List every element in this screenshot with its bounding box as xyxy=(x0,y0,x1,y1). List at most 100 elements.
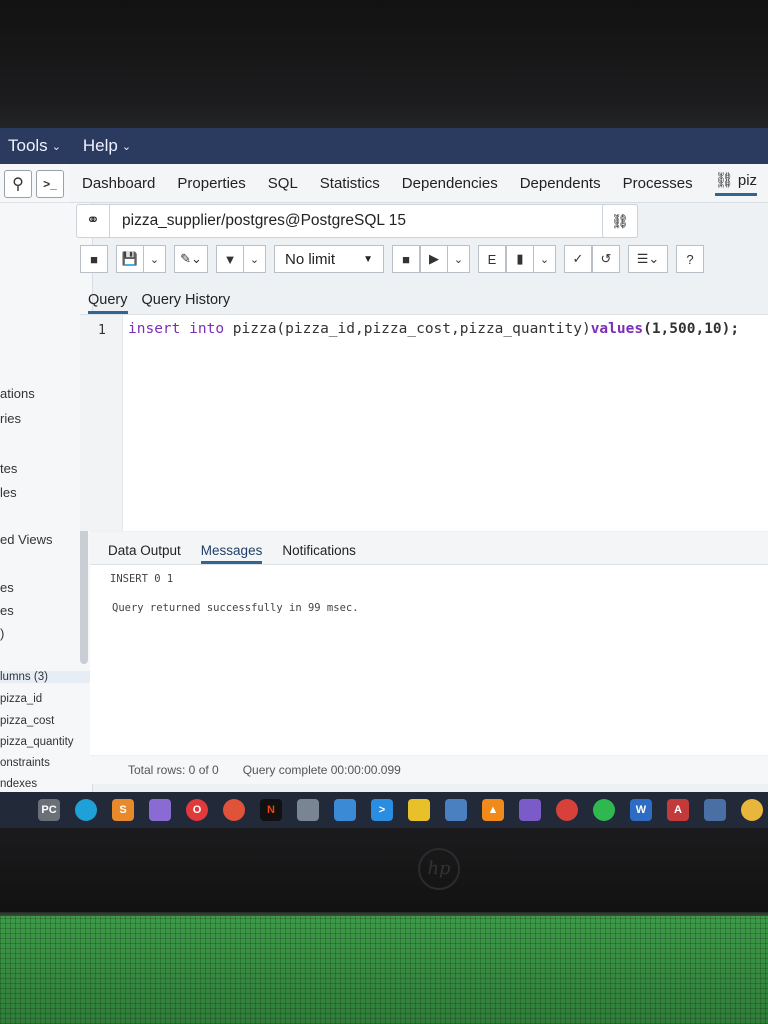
visual-studio-icon[interactable] xyxy=(519,799,541,821)
message-line: Query returned successfully in 99 msec. xyxy=(112,602,359,614)
commit-icon[interactable]: ✓ xyxy=(564,245,592,273)
tab-statistics[interactable]: Statistics xyxy=(320,175,380,192)
chrome-icon[interactable] xyxy=(223,799,245,821)
chevron-down-icon[interactable]: ⌄ xyxy=(534,245,556,273)
tree-item-column[interactable]: pizza_quantity xyxy=(0,736,74,748)
tree-item[interactable]: ndexes xyxy=(0,778,37,790)
vlc-icon[interactable]: ▲ xyxy=(482,799,504,821)
execute-icon[interactable]: ▶ xyxy=(420,245,448,273)
main-tabs: Dashboard Properties SQL Statistics Depe… xyxy=(70,164,768,203)
access-icon[interactable]: A xyxy=(667,799,689,821)
tree-item[interactable]: onstraints xyxy=(0,757,50,769)
vscode-icon[interactable]: > xyxy=(371,799,393,821)
help-icon[interactable]: ? xyxy=(676,245,704,273)
values-list: (1,500,10); xyxy=(643,321,740,337)
tab-query-tool[interactable]: ⛓ piz xyxy=(714,171,758,196)
whatsapp-icon[interactable] xyxy=(593,799,615,821)
tree-item[interactable]: ations xyxy=(0,386,35,401)
taskbar: PC S O N > ▲ W A xyxy=(0,792,768,828)
tree-item-columns[interactable]: lumns (3) xyxy=(0,671,90,683)
disconnected-icon: ⚭ xyxy=(77,205,110,237)
sublime-icon[interactable]: S xyxy=(112,799,134,821)
total-rows: Total rows: 0 of 0 xyxy=(128,763,219,777)
tab-dependencies[interactable]: Dependencies xyxy=(402,175,498,192)
psql-tool-icon[interactable]: >_ xyxy=(36,170,64,198)
status-bar: Total rows: 0 of 0 Query complete 00:00:… xyxy=(92,756,768,784)
search-icon[interactable]: ⚲ xyxy=(4,170,32,198)
query-status: Query complete 00:00:00.099 xyxy=(242,763,401,777)
rollback-icon[interactable]: ↺ xyxy=(592,245,620,273)
keyword: insert xyxy=(128,321,181,337)
sql-line[interactable]: insert into pizza(pizza_id,pizza_cost,pi… xyxy=(128,321,739,337)
app-icon[interactable] xyxy=(149,799,171,821)
tab-dashboard[interactable]: Dashboard xyxy=(82,175,155,192)
edit-icon[interactable]: ✎⌄ xyxy=(174,245,208,273)
editor-gutter: 1 xyxy=(80,315,123,531)
keyboard-cover xyxy=(0,916,768,1024)
query-toolbar: ■ 💾 ⌄ ✎⌄ ▼ ⌄ No limit ▼ ■ ▶ ⌄ E ▮ ⌄ ✓ ↺ … xyxy=(80,244,768,274)
tree-item-column[interactable]: pizza_cost xyxy=(0,715,54,727)
tab-data-output[interactable]: Data Output xyxy=(108,543,181,564)
tab-dependents[interactable]: Dependents xyxy=(520,175,601,192)
opera-icon[interactable]: O xyxy=(186,799,208,821)
connection-selector[interactable]: ⚭ pizza_supplier/postgres@PostgreSQL 15 … xyxy=(76,204,638,238)
misc-icon[interactable] xyxy=(741,799,763,821)
connection-label: pizza_supplier/postgres@PostgreSQL 15 xyxy=(122,212,406,229)
messages-panel: INSERT 0 1 Query returned successfully i… xyxy=(90,565,768,755)
tab-messages[interactable]: Messages xyxy=(200,543,263,564)
macros-icon[interactable]: ☰⌄ xyxy=(628,245,668,273)
edge-icon[interactable] xyxy=(75,799,97,821)
save-icon[interactable]: 💾 xyxy=(116,245,144,273)
open-file-icon[interactable]: ■ xyxy=(80,245,108,273)
tab-query-history[interactable]: Query History xyxy=(142,292,231,314)
keyword: values xyxy=(590,321,644,337)
tab-processes[interactable]: Processes xyxy=(623,175,693,192)
table-columns: pizza(pizza_id,pizza_cost,pizza_quantity… xyxy=(224,321,591,337)
query-tabs: Query Query History xyxy=(80,284,768,315)
chevron-down-icon[interactable]: ⌄ xyxy=(244,245,266,273)
menu-help[interactable]: Help ⌄ xyxy=(83,136,131,156)
tree-item[interactable]: ) xyxy=(0,626,4,641)
hp-logo: hp xyxy=(418,848,460,890)
sql-editor[interactable]: 1 insert into pizza(pizza_id,pizza_cost,… xyxy=(80,315,768,531)
chrome2-icon[interactable] xyxy=(556,799,578,821)
tab-properties[interactable]: Properties xyxy=(177,175,245,192)
chevron-down-icon: ⌄ xyxy=(51,140,61,153)
chevron-down-icon[interactable]: ⌄ xyxy=(144,245,166,273)
tree-item[interactable]: ries xyxy=(0,411,21,426)
pgadmin-window: Tools ⌄ Help ⌄ ⚲ >_ ations ries tes les … xyxy=(0,128,768,828)
menubar: Tools ⌄ Help ⌄ xyxy=(0,128,768,164)
chevron-down-icon[interactable]: ⌄ xyxy=(448,245,470,273)
store-icon[interactable] xyxy=(334,799,356,821)
tab-query[interactable]: Query xyxy=(88,292,128,314)
pc-icon[interactable]: PC xyxy=(38,799,60,821)
stop-icon[interactable]: ■ xyxy=(392,245,420,273)
explain-icon[interactable]: E xyxy=(478,245,506,273)
word-icon[interactable]: W xyxy=(630,799,652,821)
tree-item[interactable]: es xyxy=(0,603,14,618)
line-number: 1 xyxy=(98,323,106,338)
pgadmin-icon[interactable] xyxy=(704,799,726,821)
notes-icon[interactable] xyxy=(408,799,430,821)
filter-icon[interactable]: ▼ xyxy=(216,245,244,273)
explain-analyze-icon[interactable]: ▮ xyxy=(506,245,534,273)
tree-item[interactable]: tes xyxy=(0,461,17,476)
message-line: INSERT 0 1 xyxy=(110,573,174,585)
keyword: into xyxy=(189,321,225,337)
database-server-icon[interactable]: ⛓ xyxy=(602,204,638,238)
netflix-icon[interactable]: N xyxy=(260,799,282,821)
explorer-icon[interactable] xyxy=(445,799,467,821)
screen-bezel-top xyxy=(0,0,768,128)
tree-item[interactable]: es xyxy=(0,580,14,595)
tree-item-column[interactable]: pizza_id xyxy=(0,693,42,705)
row-limit-select[interactable]: No limit ▼ xyxy=(274,245,384,273)
tab-sql[interactable]: SQL xyxy=(268,175,298,192)
caret-down-icon: ▼ xyxy=(363,253,373,265)
chevron-down-icon: ⌄ xyxy=(121,140,132,153)
tree-item[interactable]: les xyxy=(0,485,17,500)
tab-notifications[interactable]: Notifications xyxy=(282,543,356,564)
database-icon: ⛓ xyxy=(714,171,734,189)
menu-tools[interactable]: Tools ⌄ xyxy=(8,136,61,156)
files-icon[interactable] xyxy=(297,799,319,821)
tree-item[interactable]: ed Views xyxy=(0,532,53,547)
